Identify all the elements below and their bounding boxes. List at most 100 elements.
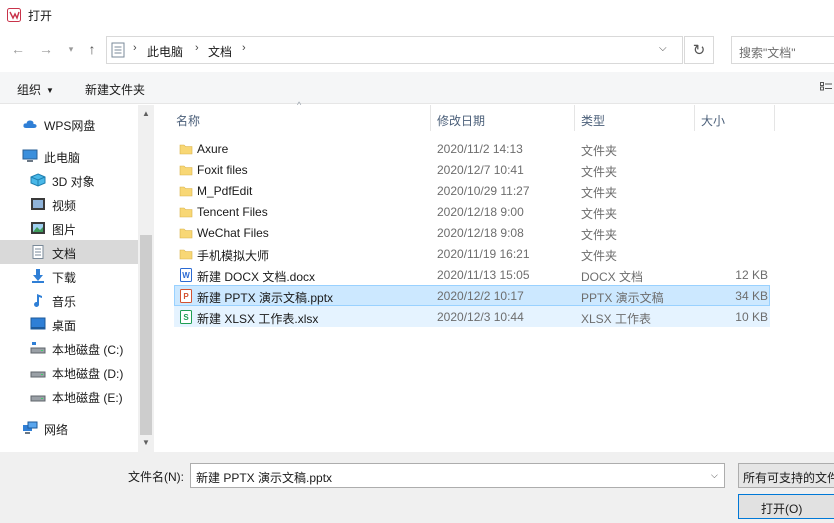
docx-icon: W <box>180 268 192 282</box>
file-type: DOCX 文档 <box>581 270 644 284</box>
up-button[interactable]: ↑ <box>83 40 101 58</box>
column-divider[interactable] <box>774 105 775 131</box>
file-row[interactable]: Axure 2020/11/2 14:13 文件夹 <box>174 138 770 159</box>
file-row[interactable]: 手机模拟大师 2020/11/19 16:21 文件夹 <box>174 243 770 264</box>
file-modified: 2020/10/29 11:27 <box>437 184 530 198</box>
scroll-down-arrow-icon[interactable]: ▼ <box>142 438 150 447</box>
pptx-icon: P <box>180 289 192 303</box>
nav-label: 本地磁盘 (E:) <box>52 391 123 405</box>
nav-label: 3D 对象 <box>52 175 95 189</box>
nav-label: 图片 <box>52 223 77 237</box>
column-divider[interactable] <box>430 105 431 131</box>
picture-icon <box>31 222 45 234</box>
file-row[interactable]: W 新建 DOCX 文档.docx 2020/11/13 15:05 DOCX 文档 1… <box>174 264 770 285</box>
file-type: XLSX 工作表 <box>581 312 652 326</box>
nav-item-wps-cloud[interactable]: WPS网盘 <box>0 112 138 136</box>
folder-icon <box>179 228 193 239</box>
back-button[interactable]: ← <box>9 40 27 58</box>
nav-label: WPS网盘 <box>44 119 96 133</box>
file-modified: 2020/11/13 15:05 <box>437 268 530 282</box>
nav-item-drive-e[interactable]: 本地磁盘 (E:) <box>0 384 138 408</box>
filetype-select[interactable]: 所有可支持的文件 <box>738 463 834 488</box>
window-title: 打开 <box>28 9 53 23</box>
column-header-size[interactable]: 大小 <box>701 105 771 131</box>
nav-item-music[interactable]: 音乐 <box>0 288 138 312</box>
nav-scrollbar-thumb[interactable] <box>140 235 152 435</box>
file-row[interactable]: Tencent Files 2020/12/18 9:00 文件夹 <box>174 201 770 222</box>
file-type: 文件夹 <box>581 207 618 221</box>
cloud-icon <box>23 120 37 128</box>
file-row[interactable]: P 新建 PPTX 演示文稿.pptx 2020/12/2 10:17 PPTX 演示… <box>174 285 770 306</box>
command-toolbar: 组织 ▼ 新建文件夹 <box>0 72 834 104</box>
column-divider[interactable] <box>574 105 575 131</box>
file-name: 新建 PPTX 演示文稿.pptx <box>197 291 334 305</box>
recent-locations-button[interactable]: ▾ <box>62 40 80 58</box>
drive-icon <box>30 395 46 402</box>
file-modified: 2020/12/18 9:00 <box>437 205 524 219</box>
breadcrumb-this-pc[interactable]: 此电脑 <box>147 43 183 60</box>
nav-item-3d-objects[interactable]: 3D 对象 <box>0 168 138 192</box>
file-row[interactable]: M_PdfEdit 2020/10/29 11:27 文件夹 <box>174 180 770 201</box>
network-icon <box>23 421 38 434</box>
breadcrumb-documents[interactable]: 文档 <box>208 43 232 60</box>
cube-3d-icon <box>30 173 46 187</box>
search-input[interactable]: 搜索"文档" <box>731 36 834 64</box>
file-name: M_PdfEdit <box>197 184 253 198</box>
column-header-name[interactable]: 名称 <box>176 105 430 131</box>
nav-item-downloads[interactable]: 下载 <box>0 264 138 288</box>
file-name: WeChat Files <box>197 226 269 240</box>
nav-item-desktop[interactable]: 桌面 <box>0 312 138 336</box>
file-name: Foxit files <box>197 163 248 177</box>
file-modified: 2020/12/2 10:17 <box>437 289 524 303</box>
organize-label: 组织 <box>17 83 42 97</box>
chevron-down-icon: ▾ <box>68 43 74 54</box>
nav-item-documents[interactable]: 文档 <box>0 240 138 264</box>
nav-item-network[interactable]: 网络 <box>0 416 138 440</box>
nav-item-pictures[interactable]: 图片 <box>0 216 138 240</box>
svg-text:P: P <box>183 292 189 301</box>
file-type: 文件夹 <box>581 165 618 179</box>
file-row[interactable]: S 新建 XLSX 工作表.xlsx 2020/12/3 10:44 XLSX 工作表… <box>174 306 770 327</box>
drive-c-icon <box>30 342 46 354</box>
download-icon <box>32 269 44 283</box>
arrow-right-icon: → <box>39 41 53 57</box>
file-modified: 2020/12/7 10:41 <box>437 163 524 177</box>
nav-label: 网络 <box>44 423 69 437</box>
chevron-down-icon[interactable]: ⌵ <box>711 470 718 481</box>
file-row[interactable]: WeChat Files 2020/12/18 9:08 文件夹 <box>174 222 770 243</box>
column-header-type[interactable]: 类型 <box>581 105 693 131</box>
file-row[interactable]: Foxit files 2020/12/7 10:41 文件夹 <box>174 159 770 180</box>
nav-label: 文档 <box>52 247 77 261</box>
file-modified: 2020/11/19 16:21 <box>437 247 530 261</box>
breadcrumb-separator-icon: › <box>242 42 246 54</box>
file-size: 12 KB <box>735 268 768 282</box>
folder-icon <box>179 249 193 260</box>
address-bar[interactable]: › 此电脑 › 文档 › ⌵ <box>106 36 683 64</box>
arrow-left-icon: ← <box>11 41 25 57</box>
nav-item-drive-c[interactable]: 本地磁盘 (C:) <box>0 336 138 360</box>
music-icon <box>34 294 42 307</box>
filename-input[interactable]: 新建 PPTX 演示文稿.pptx <box>190 463 725 488</box>
forward-button[interactable]: → <box>37 40 55 58</box>
open-button[interactable]: 打开(O) <box>738 494 834 519</box>
drive-icon <box>30 371 46 378</box>
column-divider[interactable] <box>694 105 695 131</box>
column-header-modified[interactable]: 修改日期 <box>437 105 573 131</box>
nav-item-drive-d[interactable]: 本地磁盘 (D:) <box>0 360 138 384</box>
file-size: 10 KB <box>735 310 768 324</box>
nav-item-this-pc[interactable]: 此电脑 <box>0 144 138 168</box>
file-name: Tencent Files <box>197 205 268 219</box>
title-bar: 打开 <box>0 0 834 30</box>
nav-item-videos[interactable]: 视频 <box>0 192 138 216</box>
file-modified: 2020/11/2 14:13 <box>437 142 523 156</box>
address-dropdown-icon[interactable]: ⌵ <box>659 43 667 54</box>
refresh-button[interactable]: ↻ <box>684 36 714 64</box>
scroll-up-arrow-icon[interactable]: ▲ <box>142 109 150 118</box>
dialog-footer: 文件名(N): 新建 PPTX 演示文稿.pptx ⌵ 所有可支持的文件 打开(… <box>0 452 834 523</box>
organize-button[interactable]: 组织 ▼ <box>17 81 54 98</box>
caret-down-icon: ▼ <box>46 86 54 95</box>
file-size: 34 KB <box>735 289 768 303</box>
nav-label: 音乐 <box>52 295 77 309</box>
new-folder-button[interactable]: 新建文件夹 <box>85 81 145 98</box>
view-options-icon[interactable] <box>820 82 832 94</box>
